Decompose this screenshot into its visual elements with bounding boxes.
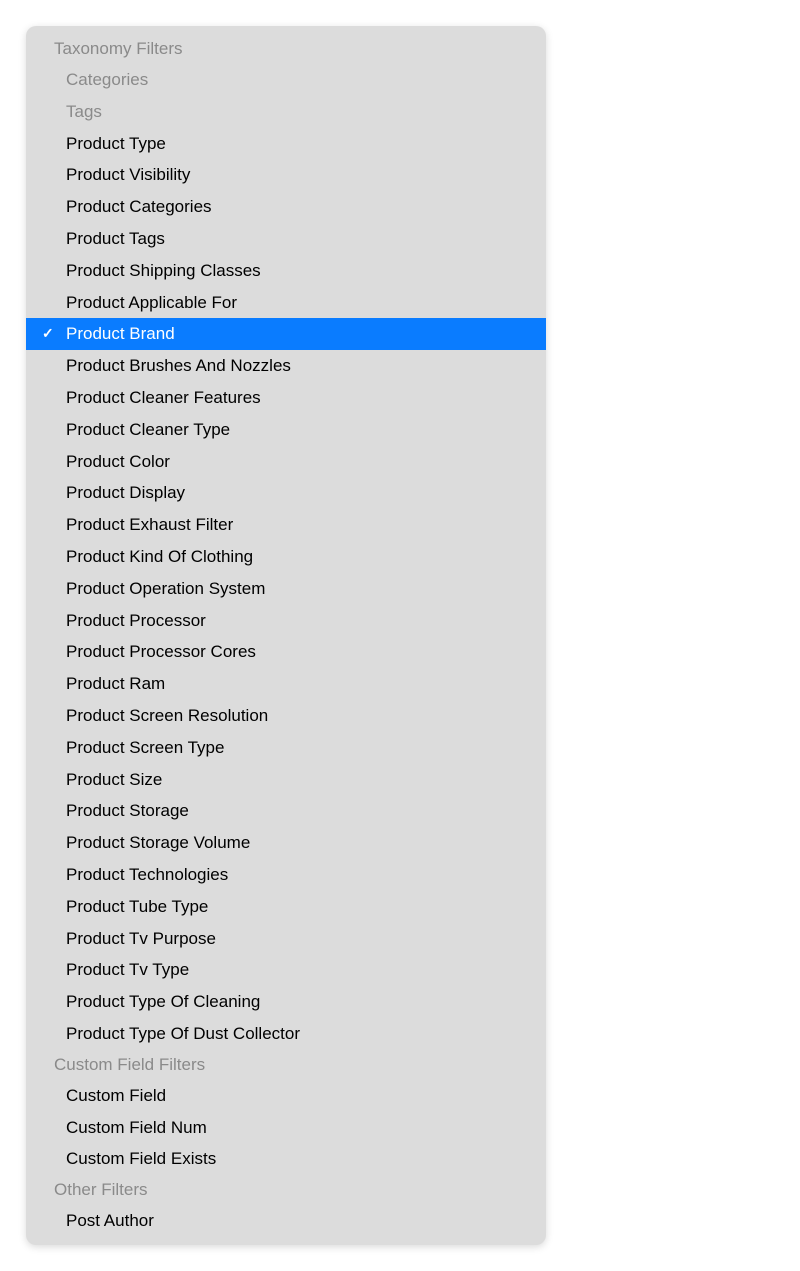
menu-item[interactable]: Custom Field Exists [26,1143,546,1175]
menu-item-label: Product Categories [66,195,212,219]
menu-item[interactable]: Post Author [26,1205,546,1237]
menu-item[interactable]: Product Type Of Dust Collector [26,1018,546,1050]
menu-item[interactable]: Product Display [26,477,546,509]
menu-item-label: Post Author [66,1209,154,1233]
menu-item-label: Product Applicable For [66,291,237,315]
section-header: Other Filters [26,1175,546,1205]
menu-item-label: Product Tags [66,227,165,251]
menu-item[interactable]: Product Type Of Cleaning [26,986,546,1018]
checkmark-icon: ✓ [42,324,54,344]
menu-item[interactable]: Product Processor [26,605,546,637]
menu-item[interactable]: Product Categories [26,191,546,223]
menu-item-label: Product Screen Type [66,736,224,760]
menu-item-label: Categories [66,68,148,92]
menu-item-label: Product Color [66,450,170,474]
menu-item-label: Product Ram [66,672,165,696]
menu-item[interactable]: Product Technologies [26,859,546,891]
menu-item-label: Product Operation System [66,577,265,601]
menu-item-label: Product Kind Of Clothing [66,545,253,569]
menu-item[interactable]: Product Kind Of Clothing [26,541,546,573]
menu-item[interactable]: Product Operation System [26,573,546,605]
menu-item-label: Product Brand [66,322,175,346]
menu-item[interactable]: Product Processor Cores [26,636,546,668]
menu-item[interactable]: Product Type [26,128,546,160]
menu-item[interactable]: Product Visibility [26,159,546,191]
menu-item-label: Product Tube Type [66,895,208,919]
menu-item-label: Product Screen Resolution [66,704,268,728]
menu-item[interactable]: Product Tube Type [26,891,546,923]
menu-item[interactable]: Product Applicable For [26,287,546,319]
menu-item[interactable]: Product Tags [26,223,546,255]
menu-item-label: Product Visibility [66,163,190,187]
menu-item[interactable]: Product Storage [26,795,546,827]
filter-dropdown-panel: Taxonomy Filters Categories Tags Product Ty… [26,26,546,1245]
menu-item-label: Product Technologies [66,863,228,887]
menu-item-label: Product Cleaner Features [66,386,261,410]
menu-item[interactable]: Product Brushes And Nozzles [26,350,546,382]
menu-item-label: Product Type Of Cleaning [66,990,260,1014]
menu-item-label: Product Display [66,481,185,505]
menu-item[interactable]: Custom Field [26,1080,546,1112]
menu-item[interactable]: Product Storage Volume [26,827,546,859]
menu-item[interactable]: Product Tv Purpose [26,923,546,955]
menu-item-label: Product Type [66,132,166,156]
menu-item-label: Custom Field Num [66,1116,207,1140]
menu-item-label: Product Type Of Dust Collector [66,1022,300,1046]
menu-item: Tags [26,96,546,128]
menu-item-label: Product Cleaner Type [66,418,230,442]
menu-item[interactable]: Product Tv Type [26,954,546,986]
menu-item[interactable]: Product Screen Resolution [26,700,546,732]
menu-item[interactable]: Product Size [26,764,546,796]
menu-item[interactable]: Product Exhaust Filter [26,509,546,541]
menu-item-label: Product Processor Cores [66,640,256,664]
section-header: Taxonomy Filters [26,34,546,64]
menu-item[interactable]: Product Screen Type [26,732,546,764]
menu-item[interactable]: Product Shipping Classes [26,255,546,287]
menu-item-label: Product Brushes And Nozzles [66,354,291,378]
menu-item-label: Product Tv Type [66,958,189,982]
menu-item: Categories [26,64,546,96]
menu-item-label: Product Storage Volume [66,831,250,855]
menu-item-label: Product Size [66,768,162,792]
menu-item-label: Product Storage [66,799,189,823]
menu-item-label: Product Processor [66,609,206,633]
menu-item[interactable]: Product Cleaner Features [26,382,546,414]
menu-item-label: Product Shipping Classes [66,259,261,283]
menu-item[interactable]: Product Color [26,446,546,478]
menu-item[interactable]: Product Cleaner Type [26,414,546,446]
menu-item[interactable]: ✓ Product Brand [26,318,546,350]
menu-item-label: Custom Field Exists [66,1147,216,1171]
menu-item-label: Product Tv Purpose [66,927,216,951]
menu-item-label: Custom Field [66,1084,166,1108]
menu-item[interactable]: Product Ram [26,668,546,700]
menu-item-label: Tags [66,100,102,124]
menu-item-label: Product Exhaust Filter [66,513,233,537]
menu-item[interactable]: Custom Field Num [26,1112,546,1144]
section-header: Custom Field Filters [26,1050,546,1080]
